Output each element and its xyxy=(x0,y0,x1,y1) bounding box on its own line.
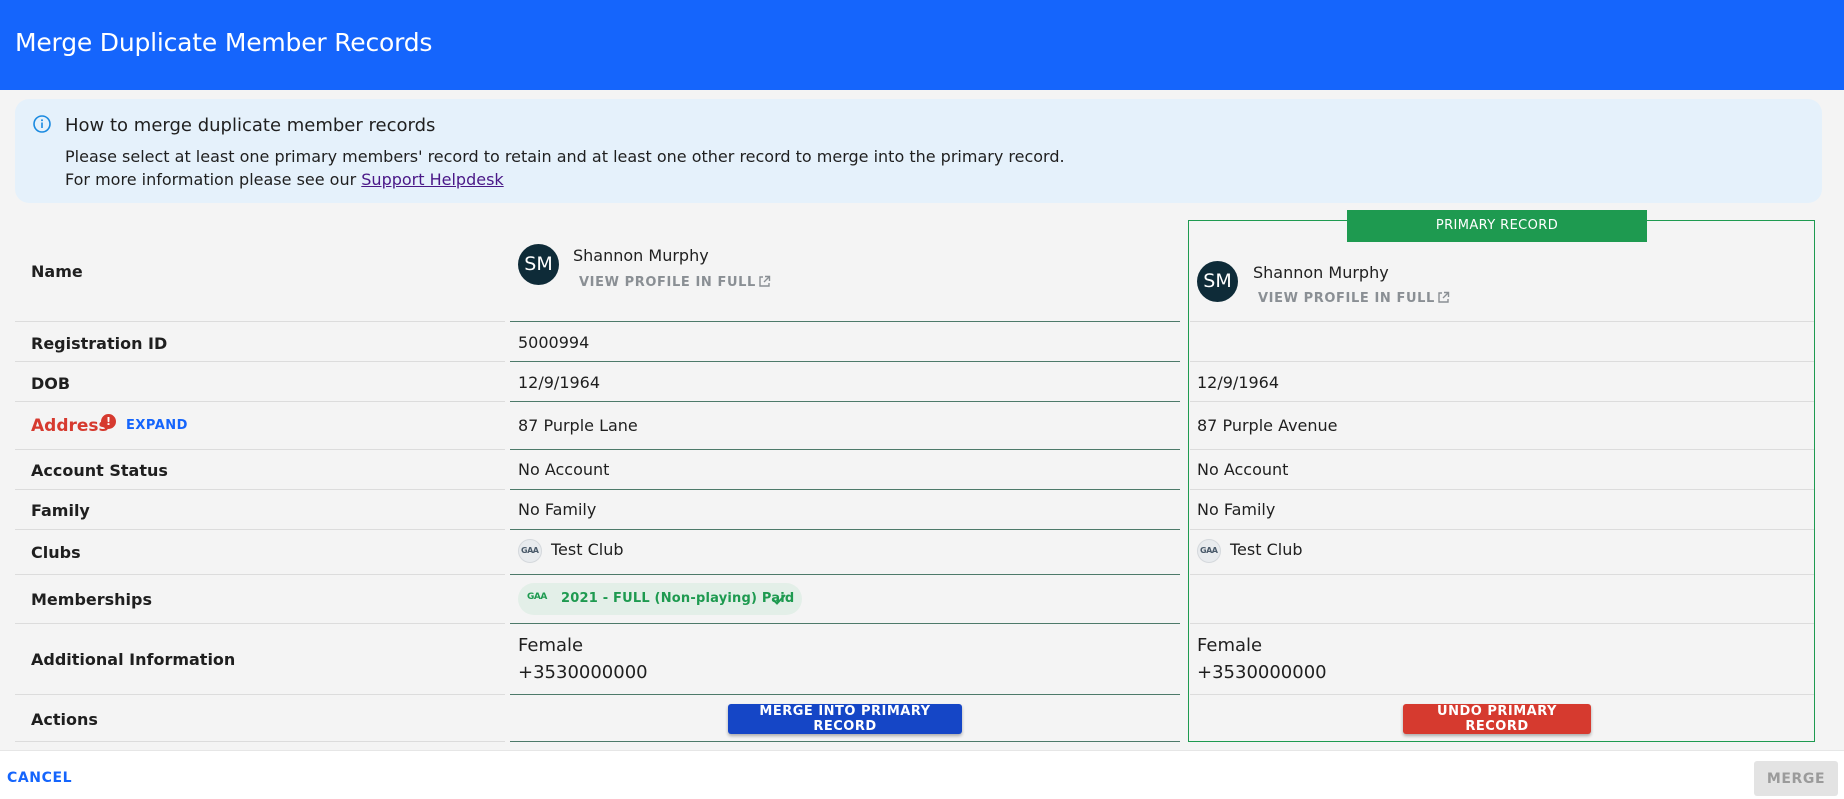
row-divider xyxy=(510,574,1180,575)
row-divider xyxy=(1190,321,1814,322)
primary-record-tag: PRIMARY RECORD xyxy=(1347,210,1647,242)
label-memberships: Memberships xyxy=(31,590,153,609)
avatar: SM xyxy=(518,244,559,285)
dialog-footer: CANCEL MERGE xyxy=(0,750,1844,799)
registration-id-value: 5000994 xyxy=(518,333,590,352)
member-name: Shannon Murphy xyxy=(1253,263,1389,282)
address-value: 87 Purple Avenue xyxy=(1197,416,1338,435)
row-divider xyxy=(1190,529,1814,530)
family-value: No Family xyxy=(518,500,597,519)
view-profile-link[interactable]: VIEW PROFILE IN FULL xyxy=(1258,291,1450,306)
error-icon: ! xyxy=(101,414,116,429)
check-icon xyxy=(772,594,786,605)
external-link-icon xyxy=(759,275,771,287)
row-divider xyxy=(510,741,1180,742)
address-value: 87 Purple Lane xyxy=(518,416,638,435)
row-divider xyxy=(1190,623,1814,624)
family-value: No Family xyxy=(1197,500,1276,519)
membership-chip: GAA 2021 - FULL (Non-playing) Paid xyxy=(518,583,802,615)
row-divider xyxy=(510,401,1180,402)
view-profile-label: VIEW PROFILE IN FULL xyxy=(1258,291,1435,306)
undo-primary-record-button[interactable]: UNDO PRIMARY RECORD xyxy=(1403,704,1591,734)
label-address: Address xyxy=(31,416,109,436)
row-divider xyxy=(15,321,505,322)
membership-logo-icon: GAA xyxy=(527,592,547,602)
label-name: Name xyxy=(31,262,83,281)
merge-button[interactable]: MERGE xyxy=(1754,761,1838,796)
dob-value: 12/9/1964 xyxy=(1197,373,1280,392)
row-divider xyxy=(1190,401,1814,402)
row-divider xyxy=(1190,574,1814,575)
club-logo-text: GAA xyxy=(521,546,539,555)
phone-value: +3530000000 xyxy=(1197,662,1327,683)
expand-address-link[interactable]: EXPAND xyxy=(126,418,188,433)
label-dob: DOB xyxy=(31,374,71,393)
row-divider xyxy=(15,449,505,450)
gender-value: Female xyxy=(518,635,584,656)
row-divider xyxy=(15,694,505,695)
club-value: Test Club xyxy=(551,540,624,559)
account-status-value: No Account xyxy=(1197,460,1289,479)
row-divider xyxy=(15,489,505,490)
row-divider xyxy=(510,529,1180,530)
label-family: Family xyxy=(31,501,90,520)
club-logo-text: GAA xyxy=(1200,546,1218,555)
label-additional-information: Additional Information xyxy=(31,650,236,669)
row-divider xyxy=(15,623,505,624)
row-divider xyxy=(510,449,1180,450)
external-link-icon xyxy=(1438,291,1450,303)
view-profile-label: VIEW PROFILE IN FULL xyxy=(579,275,756,290)
info-icon xyxy=(33,115,51,133)
merge-into-primary-button[interactable]: MERGE INTO PRIMARY RECORD xyxy=(728,704,962,734)
phone-value: +3530000000 xyxy=(518,662,648,683)
label-actions: Actions xyxy=(31,710,98,729)
dialog-title: Merge Duplicate Member Records xyxy=(15,28,433,57)
club-logo-icon: GAA xyxy=(1197,539,1221,563)
row-divider xyxy=(510,489,1180,490)
club-logo-icon: GAA xyxy=(518,539,542,563)
row-divider xyxy=(1190,449,1814,450)
label-registration-id: Registration ID xyxy=(31,334,168,353)
dialog-header: Merge Duplicate Member Records xyxy=(0,0,1844,90)
row-divider xyxy=(15,401,505,402)
account-status-value: No Account xyxy=(518,460,610,479)
label-clubs: Clubs xyxy=(31,543,81,562)
row-divider xyxy=(15,574,505,575)
gender-value: Female xyxy=(1197,635,1263,656)
info-text: Please select at least one primary membe… xyxy=(65,147,1065,166)
row-divider xyxy=(1190,361,1814,362)
info-text-more: For more information please see our Supp… xyxy=(65,170,504,189)
row-divider xyxy=(510,321,1180,322)
cancel-button[interactable]: CANCEL xyxy=(7,770,72,786)
member-name: Shannon Murphy xyxy=(573,246,709,265)
info-banner: How to merge duplicate member records Pl… xyxy=(15,99,1822,203)
row-divider xyxy=(510,694,1180,695)
label-account-status: Account Status xyxy=(31,461,168,480)
support-helpdesk-link[interactable]: Support Helpdesk xyxy=(361,170,503,189)
avatar: SM xyxy=(1197,261,1238,302)
row-divider xyxy=(15,361,505,362)
info-title: How to merge duplicate member records xyxy=(65,115,436,136)
row-divider xyxy=(510,623,1180,624)
row-divider xyxy=(15,529,505,530)
dob-value: 12/9/1964 xyxy=(518,373,601,392)
row-divider xyxy=(510,361,1180,362)
row-divider xyxy=(1190,694,1814,695)
info-text-prefix: For more information please see our xyxy=(65,170,362,189)
row-divider xyxy=(15,741,505,742)
membership-label: 2021 - FULL (Non-playing) Paid xyxy=(561,591,795,606)
club-value: Test Club xyxy=(1230,540,1303,559)
view-profile-link[interactable]: VIEW PROFILE IN FULL xyxy=(579,275,771,290)
row-divider xyxy=(1190,489,1814,490)
